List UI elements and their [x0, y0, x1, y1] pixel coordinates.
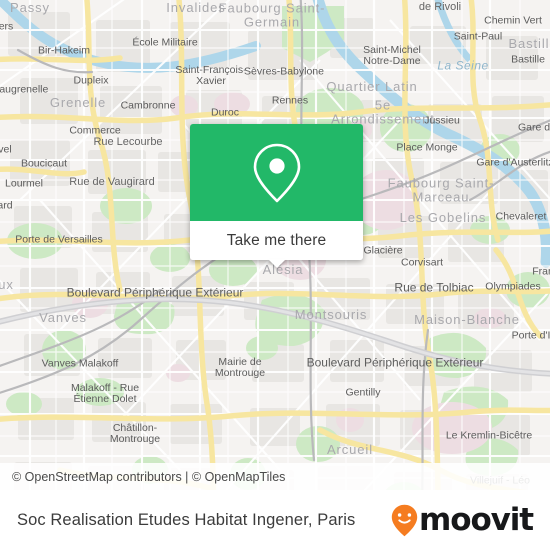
callout-pointer-tail: [267, 259, 286, 268]
callout-action-bar[interactable]: Take me there: [190, 221, 363, 268]
moovit-pin-icon: [391, 504, 418, 536]
location-title: Soc Realisation Etudes Habitat Ingener, …: [17, 510, 356, 529]
footer-bar: Soc Realisation Etudes Habitat Ingener, …: [0, 490, 550, 550]
map-pin-icon: [253, 143, 300, 202]
map-attribution-bar: © OpenStreetMap contributors | © OpenMap…: [0, 463, 550, 490]
attribution-text[interactable]: © OpenStreetMap contributors | © OpenMap…: [0, 470, 285, 484]
location-callout-card[interactable]: Take me there: [190, 124, 363, 268]
moovit-wordmark: moovit: [419, 502, 534, 538]
callout-image-placeholder: [190, 124, 363, 221]
moovit-logo[interactable]: moovit: [391, 502, 550, 538]
take-me-there-label: Take me there: [226, 231, 327, 249]
